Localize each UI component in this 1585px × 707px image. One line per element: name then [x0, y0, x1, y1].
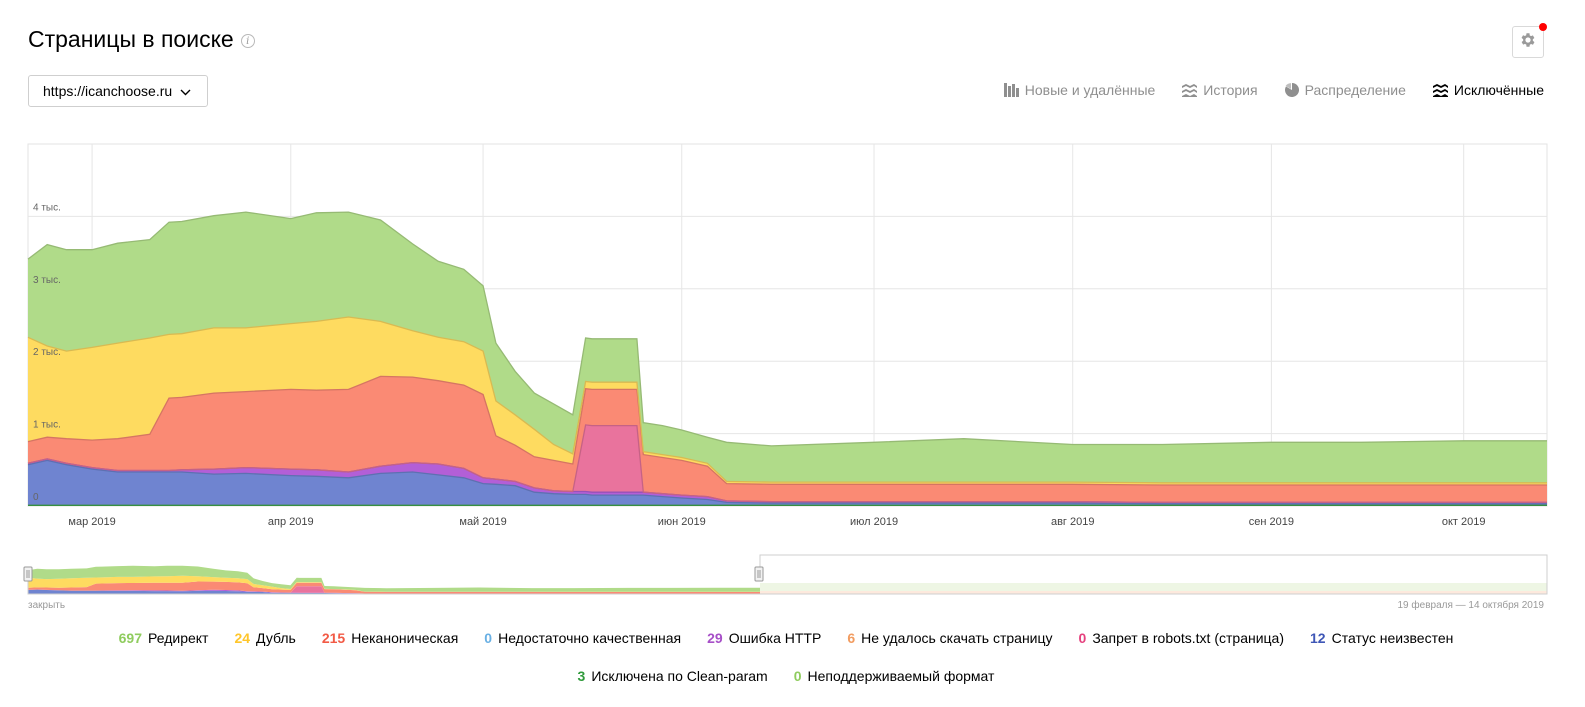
legend-item[interactable]: 12 Статус неизвестен: [1310, 630, 1453, 646]
y-tick-label: 0: [33, 492, 39, 503]
tab-excluded[interactable]: Исключённые: [1432, 82, 1544, 98]
legend-item[interactable]: 0 Недостаточно качественная: [484, 630, 681, 646]
y-tick-label: 2 тыс.: [33, 347, 61, 358]
site-select-value: https://icanchoose.ru: [43, 83, 173, 99]
navigator-handle[interactable]: [23, 566, 33, 582]
legend-label: Неканоническая: [351, 630, 459, 646]
legend-label: Редирект: [148, 630, 209, 646]
x-tick-label: июн 2019: [658, 516, 706, 528]
chevron-down-icon: [180, 83, 191, 99]
tab-history-label: История: [1203, 82, 1258, 98]
x-tick-label: окт 2019: [1442, 516, 1486, 528]
legend-count: 0: [1078, 630, 1087, 646]
legend-label: Неподдерживаемый формат: [807, 668, 995, 684]
tab-history[interactable]: История: [1182, 82, 1258, 98]
legend-label: Дубль: [256, 630, 296, 646]
navigator-range-label: 19 февраля — 14 октября 2019: [1397, 600, 1545, 611]
tab-distribution[interactable]: Распределение: [1284, 82, 1406, 98]
tab-distribution-label: Распределение: [1304, 82, 1406, 98]
x-tick-label: авг 2019: [1051, 516, 1095, 528]
tab-excluded-label: Исключённые: [1453, 82, 1544, 98]
view-tabs: Новые и удалённые История Распределение …: [1003, 82, 1544, 98]
legend-item[interactable]: 0 Запрет в robots.txt (страница): [1079, 630, 1285, 646]
legend-count: 12: [1310, 630, 1326, 646]
y-tick-label: 1 тыс.: [33, 420, 61, 431]
legend-count: 215: [321, 630, 346, 646]
legend-item[interactable]: 29 Ошибка HTTP: [707, 630, 821, 646]
legend-count: 3: [577, 668, 586, 684]
legend-item[interactable]: 24 Дубль: [234, 630, 295, 646]
notification-dot: [1539, 23, 1547, 31]
stacked-area-icon: [1432, 84, 1448, 97]
gear-icon: [1519, 31, 1537, 54]
legend-item[interactable]: 0 Неподдерживаемый формат: [794, 668, 995, 684]
navigator-handle[interactable]: [754, 566, 764, 582]
legend-label: Не удалось скачать страницу: [861, 630, 1053, 646]
legend-item[interactable]: 697 Редирект: [119, 630, 209, 646]
info-icon[interactable]: i: [240, 34, 255, 48]
settings-button[interactable]: [1512, 23, 1547, 58]
y-tick-label: 4 тыс.: [33, 202, 61, 213]
legend-label: Исключена по Clean-param: [591, 668, 768, 684]
legend-count: 6: [847, 630, 856, 646]
tab-new-removed[interactable]: Новые и удалённые: [1003, 82, 1156, 98]
tab-new-removed-label: Новые и удалённые: [1024, 82, 1156, 98]
legend-item[interactable]: 215 Неканоническая: [322, 630, 458, 646]
legend-label: Запрет в robots.txt (страница): [1092, 630, 1285, 646]
pie-icon: [1284, 83, 1299, 97]
legend-item[interactable]: 6 Не удалось скачать страницу: [847, 630, 1052, 646]
y-tick-label: 3 тыс.: [33, 275, 61, 286]
legend-label: Недостаточно качественная: [498, 630, 682, 646]
x-tick-label: май 2019: [459, 516, 506, 528]
main-chart[interactable]: 0 1 тыс. 2 тыс. 3 тыс. 4 тыс. мар 2019 апр 201…: [0, 130, 1585, 540]
legend-item[interactable]: 3 Исключена по Clean-param: [578, 668, 768, 684]
page-title: Страницы в поиске i: [28, 26, 255, 53]
x-tick-label: мар 2019: [68, 516, 115, 528]
x-tick-label: сен 2019: [1249, 516, 1294, 528]
stacked-area-icon: [1182, 84, 1198, 97]
navigator-close-link[interactable]: закрыть: [28, 600, 65, 611]
x-tick-label: июл 2019: [850, 516, 898, 528]
legend-count: 697: [118, 630, 142, 646]
legend: 697 Редирект 24 Дубль 215 Неканоническая 0 Недо…: [28, 630, 1544, 684]
legend-count: 0: [484, 630, 493, 646]
legend-label: Статус неизвестен: [1331, 630, 1454, 646]
x-tick-label: апр 2019: [268, 516, 314, 528]
site-select[interactable]: https://icanchoose.ru: [28, 75, 208, 107]
bars-icon: [1003, 83, 1019, 97]
legend-label: Ошибка HTTP: [728, 630, 822, 646]
legend-count: 0: [793, 668, 802, 684]
legend-count: 24: [234, 630, 251, 646]
legend-count: 29: [707, 630, 723, 646]
navigator-chart[interactable]: [0, 545, 1585, 600]
page-title-text: Страницы в поиске: [28, 26, 234, 52]
